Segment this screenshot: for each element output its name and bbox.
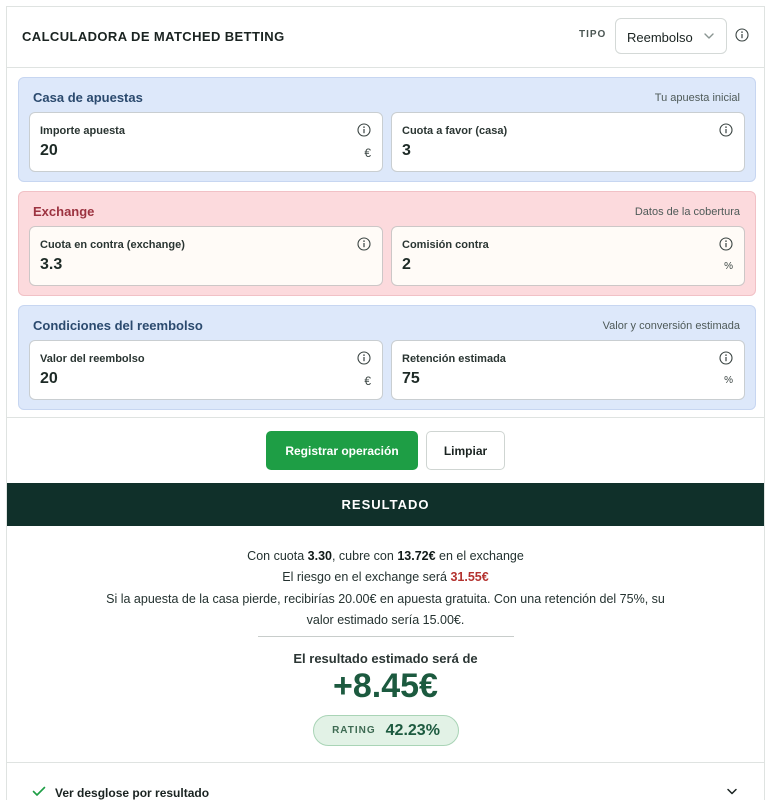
info-icon[interactable] (357, 351, 371, 365)
euro-unit: € (364, 374, 371, 388)
valor-reembolso-input[interactable]: 20 (40, 370, 58, 388)
info-icon[interactable] (719, 237, 733, 251)
cuota-a-favor-input[interactable]: 3 (402, 142, 411, 160)
section-title: Exchange (33, 204, 95, 219)
field-label: Importe apuesta (40, 125, 125, 137)
result-line-valor: valor estimado sería 15.00€. (306, 613, 465, 627)
section-note: Datos de la cobertura (634, 206, 740, 218)
field-label: Valor del reembolso (40, 353, 145, 365)
euro-unit: € (364, 146, 371, 160)
chevron-down-icon (704, 33, 714, 39)
cuota-a-favor-field[interactable]: Cuota a favor (casa) 3 (391, 112, 745, 172)
section-note: Tu apuesta inicial (654, 92, 740, 104)
clear-button[interactable]: Limpiar (426, 431, 505, 470)
odds-value: 3.30 (307, 549, 332, 563)
stake-value: 13.72€ (397, 549, 436, 563)
section-note: Valor y conversión estimada (602, 320, 740, 332)
tipo-select-value: Reembolso (627, 30, 693, 45)
info-icon[interactable] (719, 123, 733, 137)
result-line-riesgo: El riesgo en el exchange será 31.55€ (282, 570, 489, 584)
estimated-result-label: El resultado estimado será de (293, 651, 478, 666)
section-title: Casa de apuestas (33, 90, 143, 105)
valor-reembolso-field[interactable]: Valor del reembolso 20 € (29, 340, 383, 400)
info-icon[interactable] (357, 237, 371, 251)
section-casa-de-apuestas: Casa de apuestas Tu apuesta inicial Impo… (18, 77, 756, 182)
register-button[interactable]: Registrar operación (266, 431, 418, 470)
cuota-en-contra-input[interactable]: 3.3 (40, 256, 62, 274)
comision-contra-field[interactable]: Comisión contra 2 % (391, 226, 745, 286)
result-line-cobertura: Con cuota 3.30, cubre con 13.72€ en el e… (247, 549, 524, 563)
chevron-down-icon (727, 788, 737, 795)
result-line-reembolso: Si la apuesta de la casa pierde, recibir… (106, 592, 665, 606)
info-icon[interactable] (719, 351, 733, 365)
section-condiciones-reembolso: Condiciones del reembolso Valor y conver… (18, 305, 756, 410)
cuota-en-contra-field[interactable]: Cuota en contra (exchange) 3.3 (29, 226, 383, 286)
comision-contra-input[interactable]: 2 (402, 256, 411, 274)
field-label: Cuota a favor (casa) (402, 125, 508, 137)
importe-apuesta-input[interactable]: 20 (40, 142, 58, 160)
divider (7, 417, 764, 418)
desglose-toggle[interactable]: Ver desglose por resultado (7, 763, 764, 800)
field-label: Comisión contra (402, 239, 489, 251)
percent-unit: % (724, 375, 733, 386)
info-icon[interactable] (735, 28, 749, 42)
page-title: CALCULADORA DE MATCHED BETTING (22, 29, 285, 44)
rating-badge: RATING 42.23% (313, 715, 459, 746)
rating-label: RATING (332, 725, 376, 736)
info-icon[interactable] (357, 123, 371, 137)
tipo-select[interactable]: Reembolso (615, 18, 727, 54)
percent-unit: % (724, 261, 733, 272)
result-header: RESULTADO (7, 483, 764, 526)
result-panel: Con cuota 3.30, cubre con 13.72€ en el e… (7, 526, 764, 762)
check-icon (32, 786, 46, 796)
divider (258, 636, 514, 637)
field-label: Cuota en contra (exchange) (40, 239, 185, 251)
section-title: Condiciones del reembolso (33, 318, 203, 333)
calculator-header: CALCULADORA DE MATCHED BETTING TIPO Reem… (7, 7, 764, 68)
calculator-card: CALCULADORA DE MATCHED BETTING TIPO Reem… (6, 6, 765, 800)
retencion-estimada-input[interactable]: 75 (402, 370, 420, 388)
section-exchange: Exchange Datos de la cobertura Cuota en … (18, 191, 756, 296)
desglose-label: Ver desglose por resultado (55, 786, 210, 800)
tipo-label: TIPO (579, 29, 607, 40)
rating-value: 42.23% (385, 721, 440, 739)
risk-value: 31.55€ (450, 570, 489, 584)
estimated-result-value: +8.45€ (333, 667, 438, 705)
retencion-estimada-field[interactable]: Retención estimada 75 % (391, 340, 745, 400)
field-label: Retención estimada (402, 353, 506, 365)
importe-apuesta-field[interactable]: Importe apuesta 20 € (29, 112, 383, 172)
